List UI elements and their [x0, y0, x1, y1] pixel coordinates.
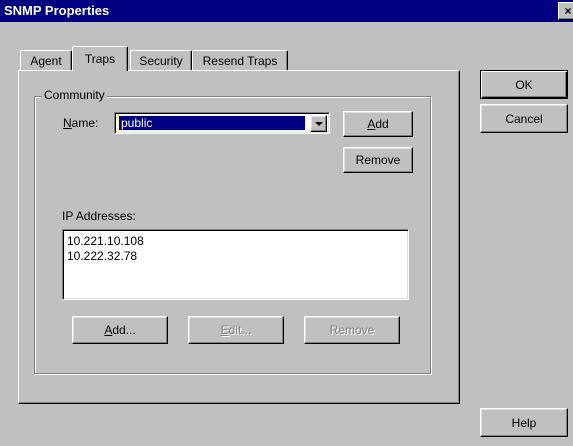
community-add-button[interactable]: Add	[343, 111, 413, 137]
tab-resend-traps-label: Resend Traps	[202, 53, 278, 68]
tab-agent-label: Agent	[30, 53, 62, 68]
community-name-value: public	[118, 115, 306, 131]
list-item[interactable]: 10.221.10.108	[64, 234, 144, 249]
ip-addresses-label: IP Addresses:	[62, 209, 136, 223]
ok-button[interactable]: OK	[480, 70, 568, 99]
list-item[interactable]: 10.222.32.78	[64, 249, 144, 264]
tab-security-label: Security	[139, 53, 183, 68]
ip-add-label: Add...	[104, 323, 136, 337]
ip-edit-button[interactable]: Edit...	[188, 316, 284, 344]
window-title: SNMP Properties	[4, 3, 110, 18]
ip-add-button[interactable]: Add...	[72, 316, 168, 344]
ip-remove-button[interactable]: Remove	[304, 316, 400, 344]
community-remove-button[interactable]: Remove	[343, 147, 413, 173]
ok-label: OK	[515, 77, 533, 92]
tab-security[interactable]: Security	[130, 50, 192, 70]
ip-edit-label: Edit...	[220, 323, 252, 337]
cancel-label: Cancel	[505, 111, 543, 126]
ip-addresses-list[interactable]: 10.221.10.108 10.222.32.78	[62, 229, 409, 300]
ip-remove-label: Remove	[329, 323, 375, 337]
cancel-button[interactable]: Cancel	[480, 104, 568, 133]
tab-traps[interactable]: Traps	[72, 46, 128, 71]
community-add-label: Add	[367, 117, 389, 131]
chevron-down-icon	[315, 122, 323, 126]
name-label: Name:	[63, 116, 99, 130]
help-label: Help	[511, 415, 537, 430]
tab-traps-label: Traps	[84, 52, 116, 66]
community-name-combobox[interactable]: public	[114, 112, 330, 134]
title-bar[interactable]: SNMP Properties ×	[0, 0, 573, 22]
close-icon: ×	[564, 4, 572, 18]
close-button[interactable]: ×	[558, 2, 573, 20]
help-button[interactable]: Help	[480, 408, 568, 437]
combobox-dropdown-button[interactable]	[310, 115, 327, 132]
tab-agent[interactable]: Agent	[20, 50, 72, 70]
community-group-label: Community	[42, 88, 107, 102]
community-remove-label: Remove	[355, 153, 401, 167]
tab-resend-traps[interactable]: Resend Traps	[192, 50, 288, 70]
